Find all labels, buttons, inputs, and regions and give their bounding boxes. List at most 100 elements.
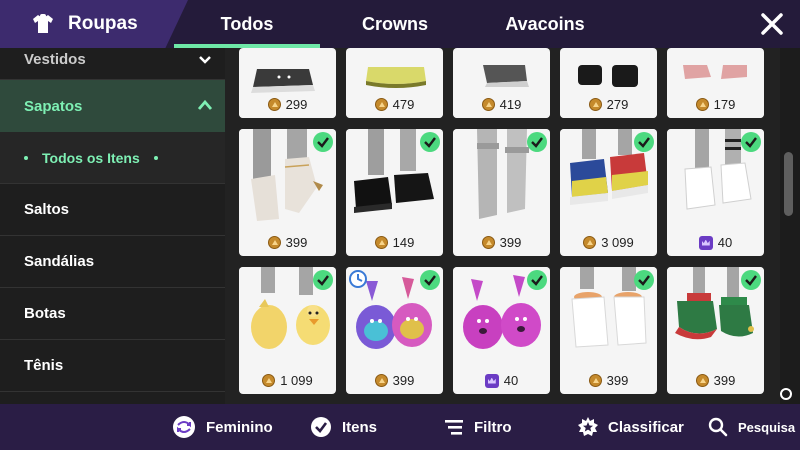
avacoin-icon — [695, 374, 709, 387]
item-price: 3 099 — [560, 235, 657, 250]
item-card[interactable]: 399 — [346, 267, 443, 394]
item-price: 399 — [453, 235, 550, 250]
item-price: 40 — [453, 373, 550, 388]
avacoin-icon — [481, 236, 495, 249]
sidebar-item-label: Tênis — [24, 357, 64, 374]
avacoin-icon — [588, 98, 602, 111]
tab-crowns[interactable]: Crowns — [322, 0, 468, 48]
crown-currency-icon — [484, 373, 499, 388]
gender-swap-icon — [173, 416, 195, 438]
owned-check-icon — [741, 132, 761, 152]
item-card[interactable]: 40 — [667, 129, 764, 256]
owned-check-icon — [634, 132, 654, 152]
item-price: 419 — [453, 97, 550, 112]
close-icon[interactable] — [758, 10, 786, 38]
bottom-toolbar: Feminino Itens Filtro Classificar Pesqui… — [0, 404, 800, 450]
item-price: 399 — [667, 373, 764, 388]
item-price: 40 — [667, 235, 764, 250]
item-price: 399 — [239, 235, 336, 250]
avacoin-icon — [267, 98, 281, 111]
avacoin-icon — [262, 374, 276, 387]
items-label: Itens — [342, 418, 378, 436]
sidebar-item-label: Todos os Itens — [42, 149, 140, 166]
items-filter-button[interactable]: Itens — [310, 404, 377, 450]
item-card[interactable]: 399 — [239, 129, 336, 256]
owned-check-icon — [313, 132, 333, 152]
sidebar-item-label: Saltos — [24, 201, 70, 218]
item-price: 399 — [346, 373, 443, 388]
section-header: Roupas — [0, 0, 188, 48]
avacoin-icon — [374, 236, 388, 249]
item-price: 399 — [560, 373, 657, 388]
scroll-end-indicator — [780, 388, 792, 400]
owned-check-icon — [527, 270, 547, 290]
sort-label: Classificar — [608, 418, 684, 436]
sort-button[interactable]: Classificar — [578, 404, 684, 450]
chevron-down-icon — [199, 55, 211, 64]
owned-check-icon — [527, 132, 547, 152]
wardrobe-screen: Roupas Todos Crowns Avacoins Vestidos Sa… — [0, 0, 800, 450]
gender-label: Feminino — [206, 418, 273, 436]
item-price: 279 — [560, 97, 657, 112]
owned-check-icon — [634, 270, 654, 290]
category-sidebar: Vestidos Sapatos Todos os Itens Saltos S… — [0, 48, 225, 404]
owned-check-icon — [420, 270, 440, 290]
tab-todos[interactable]: Todos — [174, 0, 320, 48]
sidebar-item-vestidos[interactable]: Vestidos — [0, 48, 225, 80]
item-grid: 299 479 419 279 179 399 149 399 3 099 40… — [225, 48, 780, 404]
item-price: 479 — [346, 97, 443, 112]
avacoin-icon — [374, 374, 388, 387]
grid-scrollbar[interactable] — [782, 48, 794, 388]
sidebar-item-sapatos[interactable]: Sapatos — [0, 80, 225, 132]
item-card[interactable]: 179 — [667, 48, 764, 118]
search-button[interactable]: Pesquisa — [708, 404, 795, 450]
scrollbar-thumb[interactable] — [784, 152, 793, 216]
sidebar-subitem-todos-os-itens[interactable]: Todos os Itens — [0, 132, 225, 184]
item-card[interactable]: 299 — [239, 48, 336, 118]
avacoin-icon — [374, 98, 388, 111]
item-card[interactable]: 479 — [346, 48, 443, 118]
bullet-dot — [24, 155, 28, 160]
item-card[interactable]: 40 — [453, 267, 550, 394]
item-card[interactable]: 3 099 — [560, 129, 657, 256]
item-price: 149 — [346, 235, 443, 250]
search-label: Pesquisa — [738, 419, 796, 435]
item-price: 1 099 — [239, 373, 336, 388]
sidebar-item-label: Sandálias — [24, 253, 95, 270]
avacoin-icon — [588, 374, 602, 387]
tab-label: Avacoins — [505, 13, 585, 34]
item-card[interactable]: 419 — [453, 48, 550, 118]
check-circle-icon — [311, 417, 331, 437]
tab-avacoins[interactable]: Avacoins — [470, 0, 620, 48]
sidebar-item-tenis[interactable]: Tênis — [0, 340, 225, 392]
tab-label: Crowns — [361, 13, 428, 34]
sidebar-item-botas[interactable]: Botas — [0, 288, 225, 340]
item-card[interactable]: 399 — [453, 129, 550, 256]
owned-check-icon — [741, 270, 761, 290]
crown-currency-icon — [698, 235, 713, 250]
top-bar: Roupas Todos Crowns Avacoins — [0, 0, 800, 48]
sidebar-item-label: Sapatos — [24, 97, 83, 115]
item-card[interactable]: 1 099 — [239, 267, 336, 394]
section-title: Roupas — [68, 13, 138, 34]
filter-label: Filtro — [474, 418, 512, 436]
sidebar-item-label: Vestidos — [24, 51, 86, 68]
sidebar-item-sandalias[interactable]: Sandálias — [0, 236, 225, 288]
avacoin-icon — [481, 98, 495, 111]
avacoin-icon — [267, 236, 281, 249]
item-price: 299 — [239, 97, 336, 112]
bullet-dot — [153, 155, 158, 160]
filter-button[interactable]: Filtro — [444, 404, 512, 450]
sidebar-item-saltos[interactable]: Saltos — [0, 184, 225, 236]
owned-check-icon — [313, 270, 333, 290]
item-card[interactable]: 149 — [346, 129, 443, 256]
star-badge-icon — [578, 417, 598, 436]
shirt-icon — [33, 14, 53, 33]
search-icon — [708, 417, 728, 437]
item-card[interactable]: 399 — [667, 267, 764, 394]
chevron-up-icon — [197, 99, 213, 110]
item-card[interactable]: 399 — [560, 267, 657, 394]
item-price: 179 — [667, 97, 764, 112]
item-card[interactable]: 279 — [560, 48, 657, 118]
gender-toggle-button[interactable]: Feminino — [172, 404, 273, 450]
